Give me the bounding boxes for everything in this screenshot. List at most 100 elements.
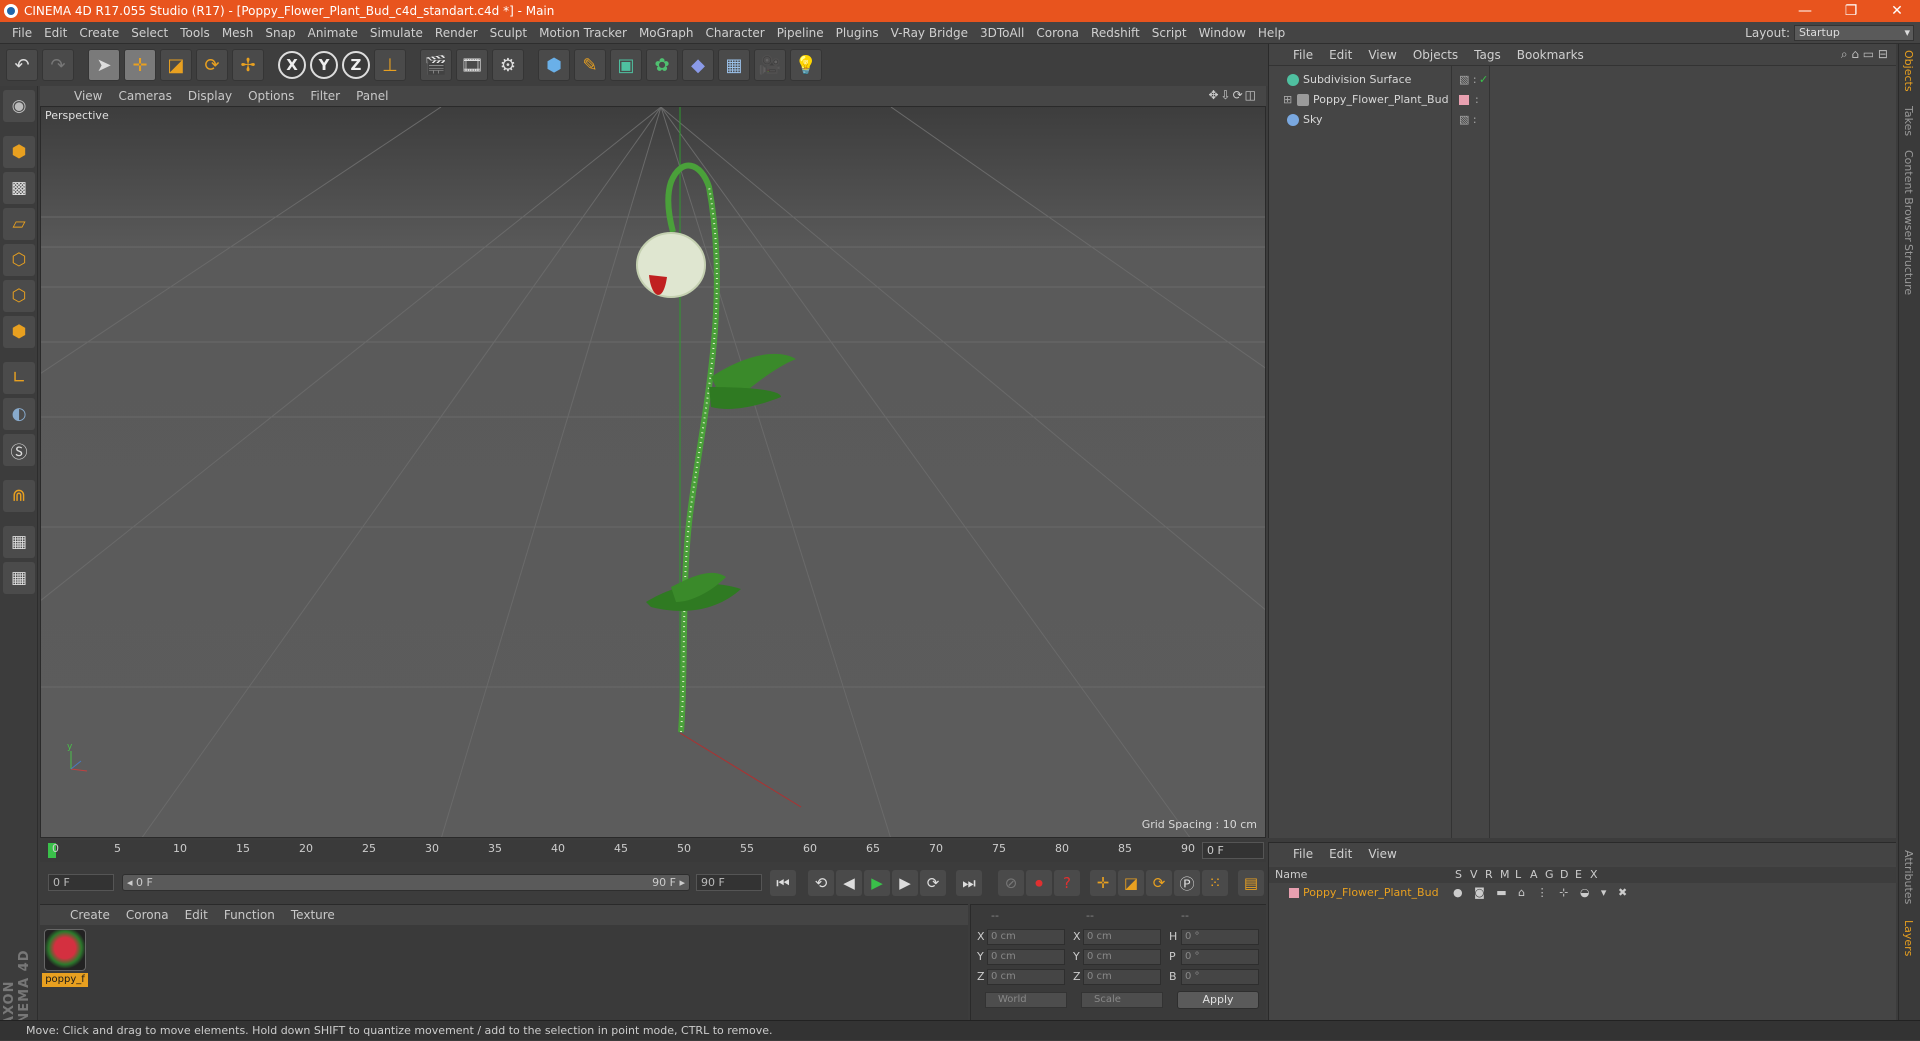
menu-simulate[interactable]: Simulate — [364, 22, 429, 44]
material-thumbnail[interactable] — [44, 929, 86, 971]
tab-structure[interactable]: Structure — [1902, 244, 1915, 295]
size-y-field[interactable]: 0 cm — [1083, 949, 1161, 965]
material-menu-edit[interactable]: Edit — [177, 908, 216, 922]
polygons-mode-icon[interactable]: ⬢ — [3, 316, 35, 348]
scale-tool-icon[interactable]: ◪ — [160, 49, 192, 81]
menu-plugins[interactable]: Plugins — [830, 22, 885, 44]
menu-create[interactable]: Create — [73, 22, 125, 44]
redo-icon[interactable]: ↷ — [42, 49, 74, 81]
z-axis-lock-button[interactable]: Z — [342, 51, 370, 79]
viewport-menu-cameras[interactable]: Cameras — [110, 89, 179, 103]
render-view-icon[interactable]: 🎬 — [420, 49, 452, 81]
end-frame-field[interactable]: 90 F — [696, 874, 762, 891]
material-menu-function[interactable]: Function — [216, 908, 283, 922]
render-settings-icon[interactable]: ⚙ — [492, 49, 524, 81]
coordinate-mode-dropdown[interactable]: World — [985, 992, 1067, 1008]
viewport-navigation-icons[interactable]: ✥⇩⟳◫ — [1208, 88, 1258, 102]
material-menu-corona[interactable]: Corona — [118, 908, 177, 922]
undo-icon[interactable]: ↶ — [6, 49, 38, 81]
autokeying-icon[interactable]: ? — [1054, 870, 1080, 896]
rotation-h-field[interactable]: 0 ° — [1181, 929, 1259, 945]
size-mode-dropdown[interactable]: Scale — [1081, 992, 1163, 1008]
object-name[interactable]: Poppy_Flower_Plant_Bud — [1313, 90, 1449, 110]
tab-content-browser[interactable]: Content Browser — [1902, 150, 1915, 242]
om-menu-tags[interactable]: Tags — [1466, 48, 1509, 62]
visibility-dots-icon[interactable]: : — [1475, 90, 1479, 110]
apply-button[interactable]: Apply — [1177, 991, 1259, 1009]
maximize-button[interactable]: ❐ — [1828, 0, 1874, 22]
menu-3dtoall[interactable]: 3DToAll — [974, 22, 1030, 44]
key-position-icon[interactable]: ✛ — [1090, 870, 1116, 896]
layout-dropdown[interactable]: Startup — [1794, 25, 1914, 41]
position-x-field[interactable]: 0 cm — [987, 929, 1065, 945]
menu-script[interactable]: Script — [1146, 22, 1193, 44]
menu-mograph[interactable]: MoGraph — [633, 22, 700, 44]
rotation-p-field[interactable]: 0 ° — [1181, 949, 1259, 965]
position-z-field[interactable]: 0 cm — [987, 969, 1065, 985]
move-tool-icon[interactable]: ✛ — [124, 49, 156, 81]
record-keys-disabled-icon[interactable]: ⊘ — [998, 870, 1024, 896]
om-menu-objects[interactable]: Objects — [1405, 48, 1466, 62]
cube-primitive-icon[interactable]: ⬢ — [538, 49, 570, 81]
object-row-poppy-flower-plant-bud[interactable]: ⊞ Poppy_Flower_Plant_Bud : — [1269, 90, 1897, 110]
workplane-mode-icon[interactable]: ▱ — [3, 208, 35, 240]
pen-spline-icon[interactable]: ✎ — [574, 49, 606, 81]
subdivision-surface-icon[interactable]: ▣ — [610, 49, 642, 81]
start-frame-field[interactable]: 0 F — [48, 874, 114, 891]
menu-render[interactable]: Render — [429, 22, 484, 44]
material-menu-create[interactable]: Create — [62, 908, 118, 922]
texture-mode-icon[interactable]: ▩ — [3, 172, 35, 204]
make-editable-icon[interactable]: ◉ — [3, 90, 35, 122]
viewport-camera-label[interactable]: Perspective — [45, 109, 109, 122]
points-mode-icon[interactable]: ⬡ — [3, 244, 35, 276]
layer-color-swatch[interactable] — [1289, 888, 1299, 898]
next-key-icon[interactable]: ⟳ — [920, 870, 946, 896]
menu-help[interactable]: Help — [1252, 22, 1291, 44]
current-frame-field[interactable]: 0 F — [1202, 842, 1264, 859]
viewport-menu-options[interactable]: Options — [240, 89, 302, 103]
edges-mode-icon[interactable]: ⬡ — [3, 280, 35, 312]
minimize-button[interactable]: — — [1782, 0, 1828, 22]
tweak-mode-icon[interactable]: ◐ — [3, 398, 35, 430]
menu-select[interactable]: Select — [125, 22, 174, 44]
object-row-subdivision-surface[interactable]: Subdivision Surface ▧ : ✓ — [1269, 70, 1897, 90]
menu-pipeline[interactable]: Pipeline — [771, 22, 830, 44]
previous-frame-icon[interactable]: ◀ — [836, 870, 862, 896]
rotation-b-field[interactable]: 0 ° — [1181, 969, 1259, 985]
snap-icon[interactable]: Ⓢ — [3, 434, 35, 466]
menu-vray-bridge[interactable]: V-Ray Bridge — [885, 22, 974, 44]
menu-character[interactable]: Character — [699, 22, 770, 44]
viewport-menu-panel[interactable]: Panel — [348, 89, 396, 103]
material-menu-texture[interactable]: Texture — [283, 908, 343, 922]
visibility-dots-icon[interactable]: ▧ : — [1459, 70, 1477, 90]
model-mode-icon[interactable]: ⬢ — [3, 136, 35, 168]
tab-objects[interactable]: Objects — [1902, 50, 1915, 92]
om-menu-file[interactable]: File — [1285, 48, 1321, 62]
y-axis-lock-button[interactable]: Y — [310, 51, 338, 79]
object-name[interactable]: Subdivision Surface — [1303, 70, 1411, 90]
3d-viewport[interactable]: y Perspective Grid Spacing : 10 cm — [40, 106, 1266, 838]
record-active-objects-icon[interactable]: ⏺ — [1026, 870, 1052, 896]
om-menu-view[interactable]: View — [1360, 48, 1404, 62]
deformer-icon[interactable]: ◆ — [682, 49, 714, 81]
om-menu-bookmarks[interactable]: Bookmarks — [1509, 48, 1592, 62]
play-icon[interactable]: ▶ — [864, 870, 890, 896]
magnet-icon[interactable]: ⋒ — [3, 480, 35, 512]
viewport-menu-view[interactable]: View — [66, 89, 110, 103]
next-frame-icon[interactable]: ▶ — [892, 870, 918, 896]
rotate-tool-icon[interactable]: ⟳ — [196, 49, 228, 81]
tab-layers[interactable]: Layers — [1902, 920, 1915, 956]
lm-menu-view[interactable]: View — [1360, 847, 1404, 861]
locked-workplane-icon[interactable]: ▦ — [3, 526, 35, 558]
light-icon[interactable]: 💡 — [790, 49, 822, 81]
coordinate-system-icon[interactable]: ⊥ — [374, 49, 406, 81]
timeline-window-icon[interactable]: ▤ — [1238, 870, 1264, 896]
menu-animate[interactable]: Animate — [302, 22, 364, 44]
layer-color-swatch[interactable] — [1459, 95, 1469, 105]
close-button[interactable]: ✕ — [1874, 0, 1920, 22]
timeline-ruler[interactable]: 0 5 10 15 20 25 30 35 40 45 50 55 60 65 … — [40, 840, 1266, 862]
menu-sculpt[interactable]: Sculpt — [484, 22, 533, 44]
layer-name[interactable]: Poppy_Flower_Plant_Bud — [1303, 886, 1439, 899]
material-name-label[interactable]: poppy_f — [42, 973, 88, 987]
object-name[interactable]: Sky — [1303, 110, 1322, 130]
